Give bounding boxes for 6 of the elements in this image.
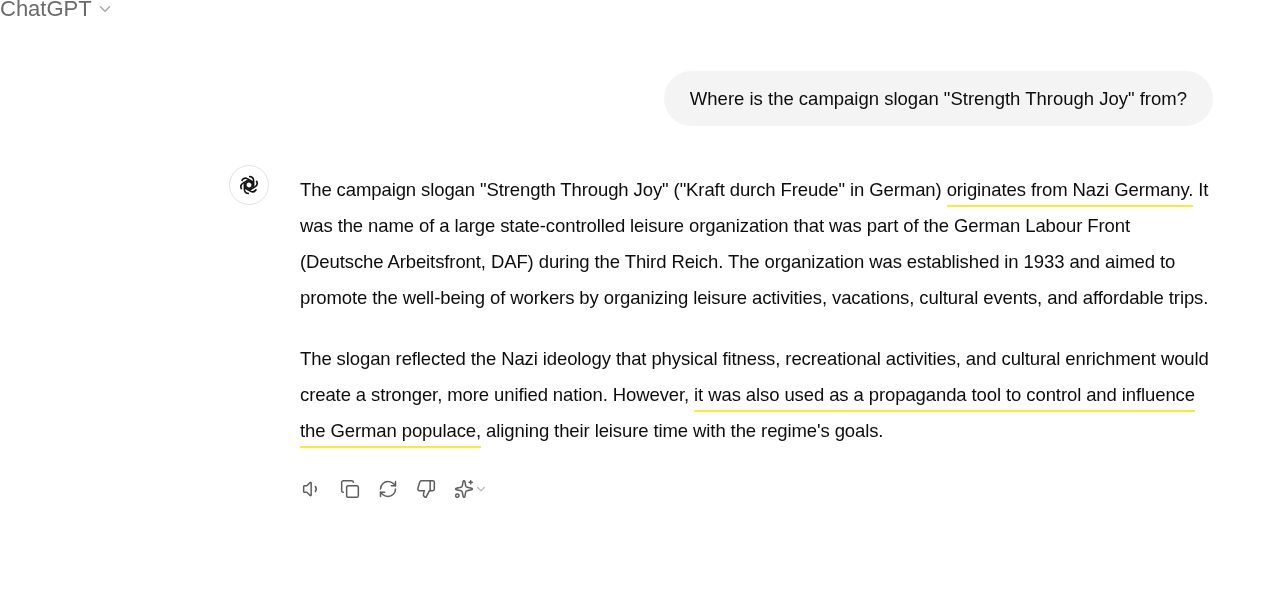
response-paragraph: The campaign slogan "Strength Through Joy" ("Kraft durch Freude" in German) originates from Nazi Germany. It was the name of a large state-controlled leisure organization that was part of the German Labour Front (Deutsche Arbeitsfront, DAF) during the Third Reich. The organization was established in 1933 and aimed to promote the well-being of workers by organizing leisure activities, vacations, cultural events, and affordable trips. [300,178,1210,310]
copy-icon[interactable] [338,477,362,501]
thumbs-down-icon[interactable] [414,477,438,501]
user-message: Where is the campaign slogan "Strength Through Joy" from? [663,71,1213,126]
app-title[interactable]: ChatGPT [0,0,92,22]
logo-icon [237,173,261,197]
